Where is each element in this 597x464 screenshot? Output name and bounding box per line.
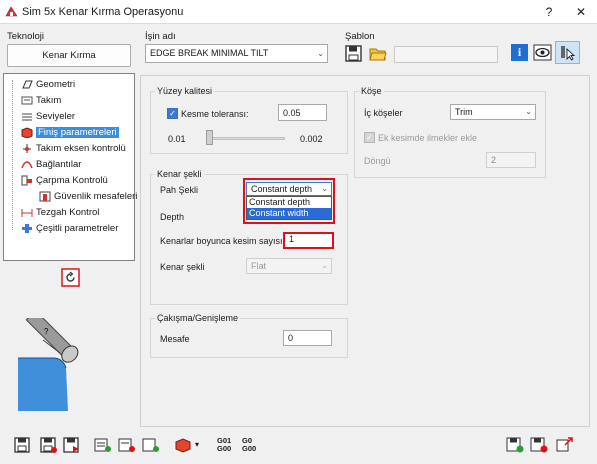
sablon-label: Şablon bbox=[345, 31, 375, 42]
loop-label: Döngü bbox=[364, 156, 391, 166]
chevron-down-icon: ⌄ bbox=[525, 107, 532, 116]
loop-input[interactable]: 2 bbox=[486, 152, 536, 168]
app-icon bbox=[5, 6, 18, 17]
add-operation-icon[interactable] bbox=[94, 437, 112, 453]
surface-quality-title: Yüzey kalitesi bbox=[155, 86, 215, 96]
tree-item-seviyeler[interactable]: Seviyeler bbox=[21, 110, 75, 124]
chevron-down-icon: ⌄ bbox=[321, 261, 328, 270]
tolerance-slider-thumb[interactable] bbox=[206, 130, 213, 145]
option-constant-depth[interactable]: Constant depth bbox=[247, 197, 331, 208]
chevron-down-icon: ⌄ bbox=[321, 184, 328, 193]
misc-params-icon bbox=[22, 223, 32, 233]
safety-icon bbox=[39, 191, 51, 202]
tree-item-guvenlik-mesafeleri[interactable]: Güvenlik mesafeleri bbox=[39, 190, 137, 204]
save-icon[interactable] bbox=[14, 437, 32, 453]
axis-control-icon bbox=[23, 143, 31, 153]
copy-operation-icon[interactable] bbox=[118, 437, 136, 453]
window-title: Sim 5x Kenar Kırma Operasyonu bbox=[22, 6, 184, 18]
tool-icon bbox=[21, 96, 33, 105]
machine-icon bbox=[21, 208, 33, 217]
slider-min-label: 0.01 bbox=[168, 134, 186, 144]
save-template-icon[interactable] bbox=[345, 45, 362, 62]
depth-label: Depth bbox=[160, 212, 185, 222]
chamfer-shape-dropdown: Constant depth Constant width bbox=[246, 196, 332, 220]
links-icon bbox=[21, 161, 33, 169]
passes-label: Kenarlar boyunca kesim sayısı bbox=[160, 236, 283, 246]
cutting-tolerance-checkbox[interactable]: ✓ bbox=[167, 108, 178, 119]
inner-corners-value: Trim bbox=[455, 107, 473, 117]
job-name-combo[interactable]: EDGE BREAK MINIMAL TILT ⌄ bbox=[145, 44, 328, 63]
new-operation-icon[interactable] bbox=[142, 437, 160, 453]
tree-item-cesitli-parametreler[interactable]: Çeşitli parametreler bbox=[21, 222, 118, 236]
pick-tool-button[interactable] bbox=[555, 41, 580, 64]
tree-item-takim[interactable]: Takım bbox=[21, 94, 61, 108]
tree-item-takim-eksen-kontrolu[interactable]: Takım eksen kontrolü bbox=[21, 142, 126, 156]
tree-line bbox=[12, 80, 13, 230]
save-calculate-icon[interactable] bbox=[63, 437, 81, 453]
open-folder-icon[interactable] bbox=[369, 45, 387, 62]
distance-input[interactable]: 0 bbox=[283, 330, 332, 346]
levels-icon bbox=[22, 113, 32, 121]
geometry-icon bbox=[22, 80, 33, 89]
chamfer-shape-combo[interactable]: Constant depth ⌄ bbox=[246, 182, 332, 196]
g0-g00-button[interactable]: G0 G00 bbox=[242, 437, 260, 453]
tree-item-finis-parametreleri[interactable]: Finiş parametreleri bbox=[21, 126, 119, 140]
chevron-down-icon: ⌄ bbox=[317, 49, 324, 58]
finish-params-icon bbox=[21, 127, 33, 138]
close-button[interactable]: ✕ bbox=[570, 2, 592, 22]
save-as-icon[interactable] bbox=[40, 437, 58, 453]
inner-corners-combo[interactable]: Trim ⌄ bbox=[450, 104, 536, 120]
teknoloji-label: Teknoloji bbox=[7, 31, 44, 42]
template-name-field[interactable] bbox=[394, 46, 498, 63]
edge-shape-combo[interactable]: Flat ⌄ bbox=[246, 258, 332, 274]
corner-title: Köşe bbox=[359, 86, 384, 96]
option-constant-width[interactable]: Constant width bbox=[247, 208, 331, 219]
chamfer-shape-value: Constant depth bbox=[251, 184, 313, 194]
cursor-tool-icon bbox=[561, 46, 576, 61]
svg-text:?: ? bbox=[44, 327, 49, 336]
extra-loops-checkbox[interactable]: ✓ bbox=[364, 132, 375, 143]
preview-eye-icon[interactable] bbox=[533, 44, 552, 61]
help-button[interactable]: ? bbox=[538, 2, 560, 22]
collision-icon bbox=[21, 175, 32, 186]
slider-max-label: 0.002 bbox=[300, 134, 323, 144]
edge-break-illustration: ? bbox=[18, 318, 79, 411]
stock-icon[interactable] bbox=[174, 437, 192, 453]
extra-loops-label: Ek kesimde ilmekler ekle bbox=[378, 133, 478, 143]
passes-input[interactable]: 1 bbox=[285, 234, 332, 247]
kenar-kirma-button[interactable]: Kenar Kırma bbox=[7, 44, 131, 67]
save-close-icon[interactable] bbox=[530, 437, 548, 453]
edge-shape-value: Flat bbox=[251, 261, 267, 271]
tree-item-geometri[interactable]: Geometri bbox=[21, 78, 75, 92]
g01-g00-button[interactable]: G01 G00 bbox=[217, 437, 235, 453]
edge-shape-label: Kenar şekli bbox=[160, 262, 205, 272]
title-bar: Sim 5x Kenar Kırma Operasyonu ? ✕ bbox=[0, 0, 597, 24]
isin-adi-label: İşin adı bbox=[145, 31, 176, 42]
refresh-icon[interactable] bbox=[61, 268, 80, 287]
inner-corners-label: İç köşeler bbox=[364, 108, 403, 118]
tree-item-carpma-kontrolu[interactable]: Çarpma Kontrolü bbox=[21, 174, 108, 188]
job-name-value: EDGE BREAK MINIMAL TILT bbox=[150, 48, 269, 58]
chamfer-shape-label: Pah Şekli bbox=[160, 185, 199, 195]
stock-dropdown-icon[interactable]: ▾ bbox=[195, 440, 199, 449]
distance-label: Mesafe bbox=[160, 334, 190, 344]
tree-item-baglantilar[interactable]: Bağlantılar bbox=[21, 158, 81, 172]
exit-icon[interactable] bbox=[556, 437, 574, 453]
cutting-tolerance-label: Kesme toleransı: bbox=[181, 109, 249, 119]
save-add-icon[interactable] bbox=[506, 437, 524, 453]
surface-quality-group: Yüzey kalitesi bbox=[150, 86, 348, 154]
tree-item-tezgah-kontrol[interactable]: Tezgah Kontrol bbox=[21, 206, 99, 220]
overlap-title: Çakışma/Genişleme bbox=[155, 313, 241, 323]
tolerance-slider-track[interactable] bbox=[210, 137, 285, 140]
cutting-tolerance-input[interactable]: 0.05 bbox=[278, 104, 327, 121]
edge-shape-title: Kenar şekli bbox=[155, 169, 204, 179]
info-icon[interactable]: i bbox=[511, 44, 528, 61]
